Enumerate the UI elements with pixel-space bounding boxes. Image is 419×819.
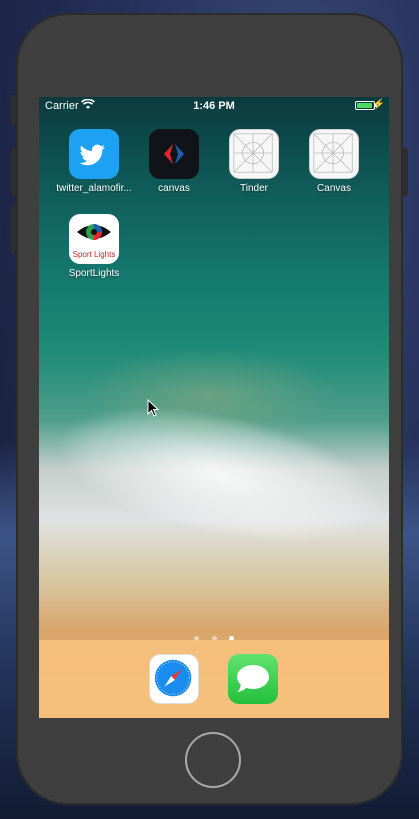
dock-app-safari[interactable] xyxy=(149,654,199,704)
messages-bubble-icon xyxy=(237,665,269,692)
volume-up-button[interactable] xyxy=(11,148,16,196)
home-screen: Carrier 1:46 PM ⚡ twitter_alamofir... ca… xyxy=(39,97,389,718)
battery-level-fill xyxy=(357,103,373,108)
app-label: canvas xyxy=(158,183,190,194)
dock-app-messages[interactable] xyxy=(228,654,278,704)
carrefour-logo-icon xyxy=(149,129,199,179)
clock: 1:46 PM xyxy=(193,100,235,112)
placeholder-icon xyxy=(229,129,279,179)
home-button[interactable] xyxy=(185,732,241,788)
wallpaper-surf xyxy=(39,355,389,609)
placeholder-icon xyxy=(309,129,359,179)
power-button[interactable] xyxy=(403,148,408,196)
safari-compass-icon xyxy=(154,659,192,697)
volume-down-button[interactable] xyxy=(11,206,16,254)
app-canvas-lowercase[interactable]: canvas xyxy=(134,129,214,194)
charging-bolt-icon: ⚡ xyxy=(372,99,385,110)
dock xyxy=(39,640,389,718)
app-tinder[interactable]: Tinder xyxy=(214,129,294,194)
status-bar: Carrier 1:46 PM ⚡ xyxy=(39,97,389,115)
mouse-pointer-icon xyxy=(147,399,159,417)
app-label: twitter_alamofir... xyxy=(56,183,132,194)
app-sportlights[interactable]: Sport Lights SportLights xyxy=(54,214,134,279)
app-label: SportLights xyxy=(68,268,120,279)
app-canvas[interactable]: Canvas xyxy=(294,129,374,194)
sportlights-logo: Sport Lights xyxy=(69,214,119,264)
app-twitter-alamofire[interactable]: twitter_alamofir... xyxy=(54,129,134,194)
app-label: Canvas xyxy=(317,183,351,194)
mute-switch xyxy=(11,95,16,125)
sportlights-logo-text: Sport Lights xyxy=(72,250,116,259)
app-label: Tinder xyxy=(240,183,268,194)
twitter-bird-icon xyxy=(69,129,119,179)
